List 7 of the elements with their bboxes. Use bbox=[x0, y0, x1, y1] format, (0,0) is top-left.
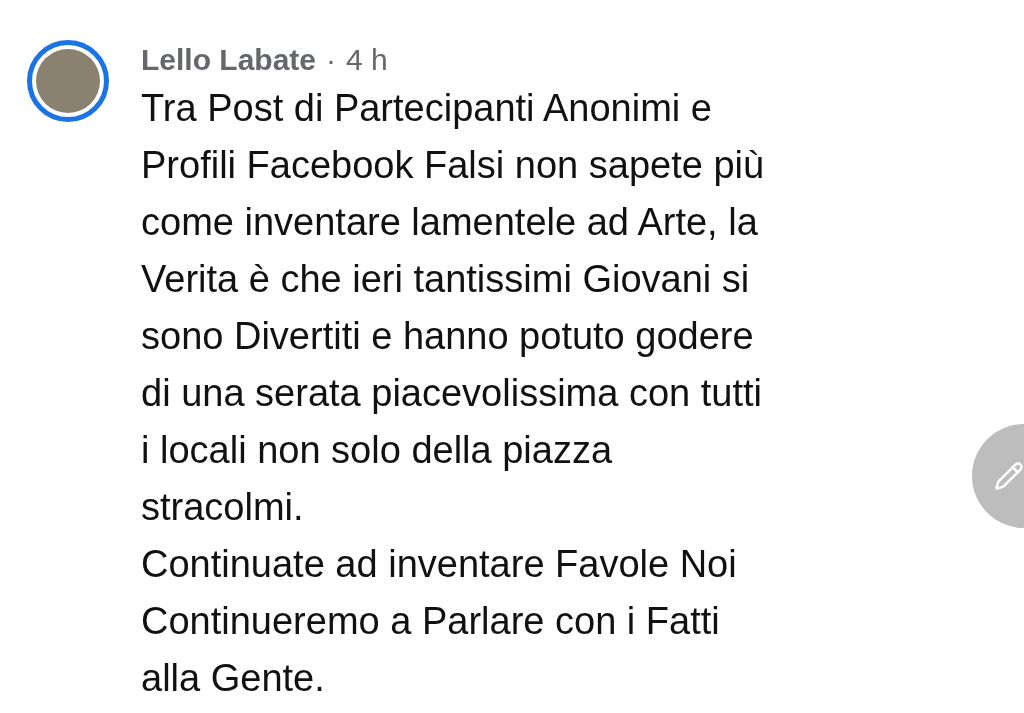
post-time[interactable]: 4 h bbox=[346, 40, 388, 80]
pencil-icon bbox=[994, 461, 1024, 491]
separator: · bbox=[326, 42, 337, 78]
avatar[interactable] bbox=[27, 40, 109, 122]
author-name[interactable]: Lello Labate bbox=[141, 40, 317, 80]
post-text: Tra Post di Partecipanti Anonimi e Profili Facebook Falsi non sapete più come inventare lamentele ad Arte, la Verita è che ieri tantissimi Giovani si sono Divertiti e hanno potuto godere di una serata piacevolissima con tutti i locali non solo della piazza stracolmi. Continuate ad inventare Favole Noi Continueremo a Parlare con i Fatti alla Gente. bbox=[141, 86, 765, 701]
photo-placeholder bbox=[36, 49, 100, 113]
